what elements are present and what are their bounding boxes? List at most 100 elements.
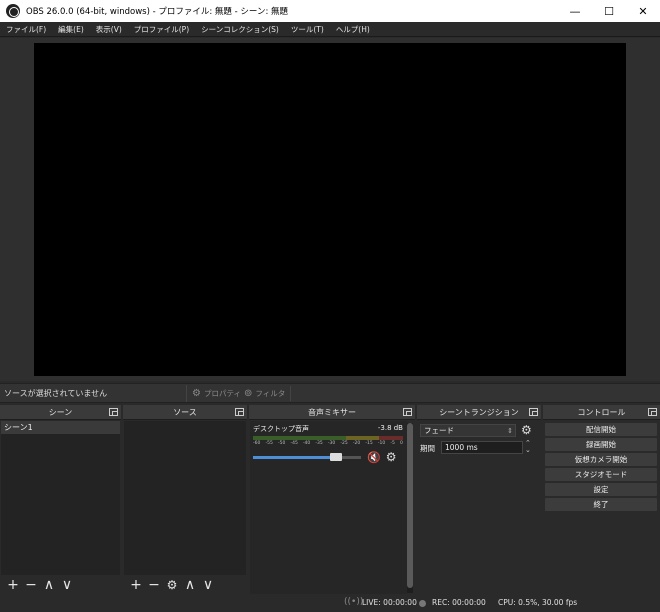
maximize-button[interactable]: ☐ <box>592 0 626 22</box>
undock-icon[interactable] <box>109 408 118 416</box>
menu-help[interactable]: ヘルプ(H) <box>330 24 376 35</box>
muted-speaker-icon[interactable]: 🔇 <box>367 451 381 464</box>
close-button[interactable]: ✕ <box>626 0 660 22</box>
no-source-selected-label: ソースが選択されていません <box>4 388 108 398</box>
sources-dock-title: ソース <box>173 407 197 417</box>
menu-profile[interactable]: プロファイル(P) <box>128 24 195 35</box>
move-scene-up-button[interactable]: ∧ <box>40 576 58 594</box>
volume-slider-handle[interactable] <box>330 452 342 461</box>
scale-tick: -30 <box>327 441 336 446</box>
add-source-button[interactable]: + <box>127 576 145 594</box>
sources-dock: ソース + − ⚙ ∧ ∨ <box>123 405 247 594</box>
scale-tick: -35 <box>315 441 323 446</box>
live-status: LIVE: 00:00:00 <box>362 598 417 607</box>
scale-tick: -20 <box>352 441 361 446</box>
window-title: OBS 26.0.0 (64-bit, windows) - プロファイル: 無… <box>26 7 289 17</box>
start-virtual-camera-button[interactable]: 仮想カメラ開始 <box>545 453 657 466</box>
duration-spinner[interactable]: ⌃ ⌄ <box>525 440 531 454</box>
volume-meter <box>253 436 403 440</box>
mixer-dock-header: 音声ミキサー <box>249 405 415 420</box>
move-scene-down-button[interactable]: ∨ <box>58 576 76 594</box>
menu-scene-collection[interactable]: シーンコレクション(S) <box>195 24 285 35</box>
properties-button[interactable]: ⚙ プロパティ <box>186 385 241 402</box>
control-buttons: 配信開始 録画開始 仮想カメラ開始 スタジオモード 設定 終了 <box>545 423 657 513</box>
remove-source-button[interactable]: − <box>145 576 163 594</box>
undock-icon[interactable] <box>235 408 244 416</box>
gear-icon[interactable]: ⚙ <box>386 450 397 464</box>
scale-tick: -5 <box>390 441 395 446</box>
mixer-body: デスクトップ音声 -3.8 dB -60 -55 -50 -45 -40 -35… <box>250 421 407 594</box>
source-properties-button[interactable]: ⚙ <box>163 576 181 594</box>
meter-scale: -60 -55 -50 -45 -40 -35 -30 -25 -20 -15 … <box>253 441 403 446</box>
select-arrows-icon: ⇕ <box>507 427 513 435</box>
scale-tick: -50 <box>277 441 286 446</box>
controls-dock-header: コントロール <box>543 405 660 420</box>
volume-slider-fill <box>253 455 336 459</box>
transition-select[interactable]: フェード ⇕ <box>420 424 516 437</box>
scenes-toolbar: + − ∧ ∨ <box>0 575 121 594</box>
controls-dock-title: コントロール <box>577 407 626 417</box>
source-context-bar: ソースが選択されていません ⚙ プロパティ ⊚ フィルタ <box>0 383 660 403</box>
scale-tick: -25 <box>340 441 348 446</box>
controls-dock: コントロール 配信開始 録画開始 仮想カメラ開始 スタジオモード 設定 終了 <box>543 405 660 594</box>
duration-input[interactable]: 1000 ms <box>441 441 523 454</box>
list-item[interactable]: シーン1 <box>1 421 120 434</box>
scrollbar-thumb[interactable] <box>407 423 413 588</box>
menu-view[interactable]: 表示(V) <box>90 24 128 35</box>
volume-slider[interactable] <box>253 452 361 461</box>
track-level: -3.8 dB <box>377 424 403 432</box>
filters-label: フィルタ <box>255 389 286 398</box>
audio-mixer-dock: 音声ミキサー デスクトップ音声 -3.8 dB -60 -55 -50 -45 … <box>249 405 415 594</box>
mixer-dock-title: 音声ミキサー <box>308 407 356 417</box>
record-dot-icon <box>419 600 426 607</box>
scale-tick: 0 <box>399 441 403 446</box>
scenes-dock-title: シーン <box>48 407 73 417</box>
scale-tick: -40 <box>302 441 311 446</box>
scale-tick: -15 <box>365 441 373 446</box>
menu-bar: ファイル(F) 編集(E) 表示(V) プロファイル(P) シーンコレクション(… <box>0 22 660 37</box>
minimize-button[interactable]: — <box>558 0 592 22</box>
menu-file[interactable]: ファイル(F) <box>0 24 52 35</box>
transitions-dock-title: シーントランジション <box>439 407 519 417</box>
fader-row: 🔇 ⚙ <box>253 450 403 464</box>
move-source-up-button[interactable]: ∧ <box>181 576 199 594</box>
settings-button[interactable]: 設定 <box>545 483 657 496</box>
remove-scene-button[interactable]: − <box>22 576 40 594</box>
filters-button[interactable]: ⊚ フィルタ <box>244 385 285 402</box>
source-list[interactable] <box>124 421 246 575</box>
cpu-status: CPU: 0.5%, 30.00 fps <box>498 598 578 607</box>
gear-icon: ⚙ <box>192 388 201 399</box>
menu-tools[interactable]: ツール(T) <box>285 24 330 35</box>
duration-label: 期間 <box>420 444 435 453</box>
scale-tick: -10 <box>377 441 386 446</box>
scenes-dock: シーン シーン1 + − ∧ ∨ <box>0 405 121 594</box>
filter-icon: ⊚ <box>244 388 253 399</box>
scale-tick: -45 <box>290 441 298 446</box>
start-recording-button[interactable]: 録画開始 <box>545 438 657 451</box>
studio-mode-button[interactable]: スタジオモード <box>545 468 657 481</box>
title-bar: OBS 26.0.0 (64-bit, windows) - プロファイル: 無… <box>0 0 660 22</box>
undock-icon[interactable] <box>403 408 412 416</box>
undock-icon[interactable] <box>529 408 538 416</box>
scene-list[interactable]: シーン1 <box>1 421 120 575</box>
desktop-audio-track: デスクトップ音声 -3.8 dB -60 -55 -50 -45 -40 -35… <box>253 424 403 464</box>
scene-transitions-dock: シーントランジション フェード ⇕ ⚙ 期間 1000 ms ⌃ ⌄ <box>417 405 541 594</box>
spin-down-icon[interactable]: ⌄ <box>525 447 531 454</box>
track-header: デスクトップ音声 -3.8 dB <box>253 424 403 434</box>
move-source-down-button[interactable]: ∨ <box>199 576 217 594</box>
scale-tick: -55 <box>265 441 273 446</box>
broadcast-icon: ((•)) <box>344 597 364 607</box>
menu-edit[interactable]: 編集(E) <box>52 24 90 35</box>
mixer-scrollbar[interactable] <box>407 423 413 593</box>
exit-button[interactable]: 終了 <box>545 498 657 511</box>
start-streaming-button[interactable]: 配信開始 <box>545 423 657 436</box>
preview-area <box>0 38 660 381</box>
undock-icon[interactable] <box>648 408 657 416</box>
properties-label: プロパティ <box>203 389 242 398</box>
obs-logo-icon <box>6 4 20 18</box>
preview-canvas[interactable] <box>34 43 626 376</box>
rec-status: REC: 00:00:00 <box>432 598 486 607</box>
gear-icon[interactable]: ⚙ <box>521 423 532 437</box>
add-scene-button[interactable]: + <box>4 576 22 594</box>
sources-dock-header: ソース <box>123 405 247 420</box>
